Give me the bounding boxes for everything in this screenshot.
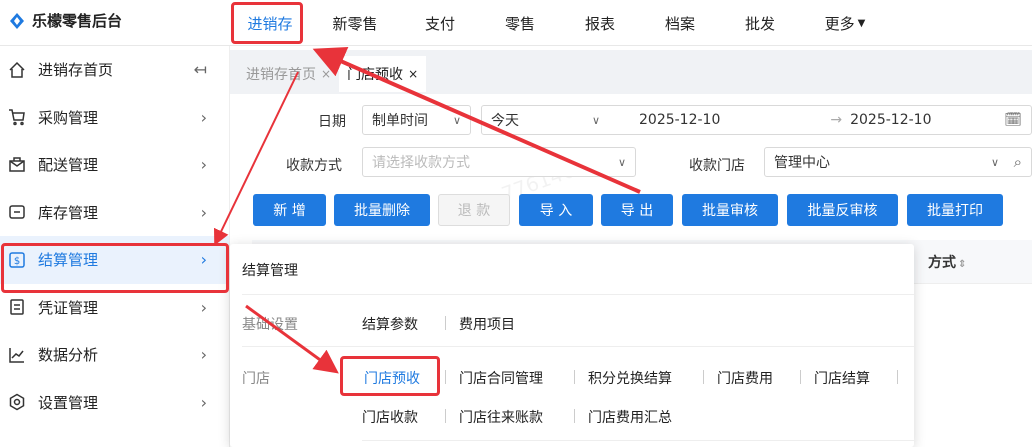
- topnav-inventory[interactable]: 进销存: [230, 0, 310, 46]
- separator: [445, 370, 446, 384]
- chart-icon: [6, 344, 28, 366]
- refund-button[interactable]: 退 款: [438, 194, 510, 226]
- gear-icon: [6, 391, 28, 413]
- sidebar-item-voucher[interactable]: 凭证管理 ›: [0, 284, 229, 332]
- link-store-prepayment[interactable]: 门店预收: [364, 368, 420, 388]
- store-select[interactable]: 管理中心 ∨ ⌕: [764, 147, 1032, 177]
- date-type-select[interactable]: 制单时间 ∨: [362, 105, 471, 135]
- topnav-payment[interactable]: 支付: [400, 0, 480, 46]
- separator: [574, 370, 575, 384]
- chevron-down-icon: ∨: [617, 155, 626, 169]
- mail-icon: [6, 154, 28, 176]
- sidebar-item-inventory-home[interactable]: 进销存首页 ↤: [0, 46, 229, 94]
- import-button[interactable]: 导 入: [519, 194, 593, 226]
- pay-method-label: 收款方式: [286, 158, 342, 174]
- separator: [897, 370, 898, 384]
- link-store-collection[interactable]: 门店收款: [362, 407, 418, 427]
- batch-unapprove-button[interactable]: 批量反审核: [787, 194, 898, 226]
- link-expense-items[interactable]: 费用项目: [459, 314, 515, 334]
- settlement-submenu: 结算管理 基础设置 结算参数 费用项目 门店 门店预收 门店合同管理 积分兑换结…: [230, 244, 914, 447]
- divider: [362, 440, 914, 441]
- sidebar-item-settlement[interactable]: $ 结算管理 ›: [0, 236, 229, 284]
- store-label: 收款门店: [689, 158, 745, 174]
- chevron-right-icon: ›: [200, 250, 207, 270]
- sidebar-item-analytics[interactable]: 数据分析 ›: [0, 331, 229, 379]
- divider: [242, 346, 914, 347]
- separator: [703, 370, 704, 384]
- sidebar-item-distribution[interactable]: 配送管理 ›: [0, 141, 229, 189]
- sidebar-item-purchase[interactable]: 采购管理 ›: [0, 94, 229, 142]
- column-header-method[interactable]: 方式 ⇕: [928, 252, 966, 272]
- link-settlement-params[interactable]: 结算参数: [362, 314, 418, 334]
- calendar-icon[interactable]: 🗓: [1004, 112, 1022, 128]
- submenu-title: 结算管理: [242, 263, 298, 279]
- batch-delete-button[interactable]: 批量删除: [334, 194, 430, 226]
- top-bar: 乐檬零售后台 进销存 新零售 支付 零售 报表 档案 批发 更多 ▼: [0, 0, 1032, 46]
- topnav-archive[interactable]: 档案: [640, 0, 720, 46]
- date-end[interactable]: 2025-12-10: [850, 112, 931, 128]
- date-start[interactable]: 2025-12-10: [639, 112, 720, 128]
- chevron-right-icon: ›: [200, 345, 207, 365]
- link-store-contract[interactable]: 门店合同管理: [459, 368, 543, 388]
- cart-icon: [6, 106, 28, 128]
- sidebar-item-inventory[interactable]: 库存管理 ›: [0, 189, 229, 237]
- chevron-right-icon: ›: [200, 202, 207, 222]
- home-icon: [6, 59, 28, 81]
- batch-approve-button[interactable]: 批量审核: [682, 194, 778, 226]
- topnav-wholesale[interactable]: 批发: [720, 0, 800, 46]
- topnav-reports[interactable]: 报表: [560, 0, 640, 46]
- chevron-down-icon: ∨: [592, 113, 601, 127]
- dollar-icon: $: [6, 249, 28, 271]
- collapse-sidebar-icon[interactable]: ↤: [194, 60, 207, 79]
- batch-print-button[interactable]: 批量打印: [907, 194, 1003, 226]
- date-range-field[interactable]: 今天 ∨ 2025-12-10 → 2025-12-10 🗓: [481, 105, 1032, 135]
- chevron-right-icon: ›: [200, 392, 207, 412]
- separator: [574, 409, 575, 423]
- add-button[interactable]: 新 增: [253, 194, 326, 226]
- brand-logo-icon: [10, 12, 24, 29]
- date-label: 日期: [318, 114, 346, 130]
- link-store-expense-summary[interactable]: 门店费用汇总: [588, 407, 672, 427]
- group-basic-settings: 基础设置: [242, 317, 298, 333]
- chevron-down-icon: ∨: [452, 113, 461, 127]
- brand-name: 乐檬零售后台: [32, 12, 123, 30]
- top-nav: 进销存 新零售 支付 零售 报表 档案 批发 更多 ▼: [230, 0, 890, 46]
- topnav-new-retail[interactable]: 新零售: [310, 0, 400, 46]
- search-icon[interactable]: ⌕: [1014, 153, 1022, 171]
- brand: 乐檬零售后台: [8, 10, 122, 31]
- sort-icon: ⇕: [958, 259, 967, 270]
- date-range-arrow: →: [830, 112, 843, 128]
- tab-store-prepayment[interactable]: 门店预收 ×: [339, 56, 427, 92]
- export-button[interactable]: 导 出: [601, 194, 673, 226]
- close-icon[interactable]: ×: [321, 67, 331, 81]
- chevron-right-icon: ›: [200, 297, 207, 317]
- link-store-settlement[interactable]: 门店结算: [814, 368, 870, 388]
- separator: [445, 409, 446, 423]
- sidebar: 进销存首页 ↤ 采购管理 › 配送管理 › 库存管理 › $ 结算管理 › 凭证…: [0, 46, 230, 447]
- group-store: 门店: [242, 371, 270, 387]
- topnav-retail[interactable]: 零售: [480, 0, 560, 46]
- document-icon: [6, 296, 28, 318]
- link-store-expense[interactable]: 门店费用: [717, 368, 773, 388]
- chevron-down-icon: ∨: [990, 155, 999, 169]
- separator: [445, 316, 446, 330]
- caret-down-icon: ▼: [857, 17, 866, 29]
- tab-inventory-home[interactable]: 进销存首页 ×: [238, 56, 339, 92]
- close-icon[interactable]: ×: [408, 67, 418, 81]
- link-points-exchange[interactable]: 积分兑换结算: [588, 368, 672, 388]
- separator: [800, 370, 801, 384]
- chevron-right-icon: ›: [200, 107, 207, 127]
- tabs: 进销存首页 × 门店预收 ×: [238, 56, 427, 92]
- sidebar-item-settings[interactable]: 设置管理 ›: [0, 379, 229, 427]
- pay-method-select[interactable]: 请选择收款方式 ∨: [362, 147, 636, 177]
- inventory-icon: [6, 201, 28, 223]
- topnav-more[interactable]: 更多 ▼: [800, 0, 890, 46]
- chevron-right-icon: ›: [200, 155, 207, 175]
- svg-text:$: $: [14, 256, 20, 267]
- divider: [242, 294, 914, 295]
- link-store-account[interactable]: 门店往来账款: [459, 407, 543, 427]
